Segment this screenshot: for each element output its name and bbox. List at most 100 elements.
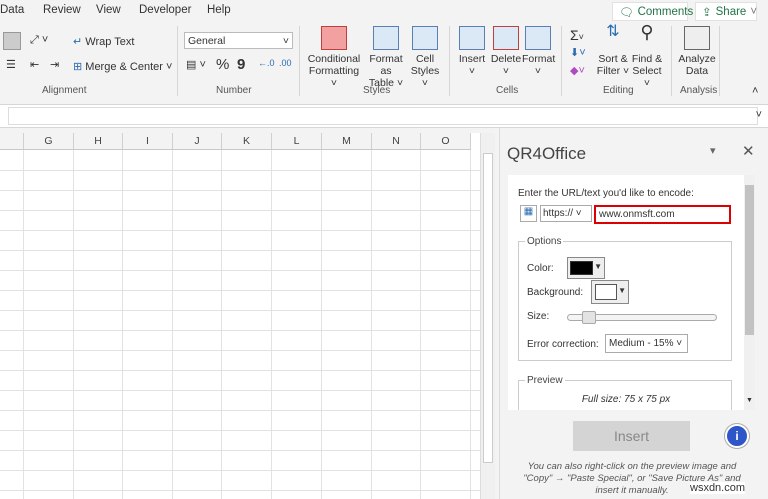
tab-developer[interactable]: Developer <box>139 4 191 16</box>
alignment-group-label: Alignment <box>42 85 87 96</box>
background-label: Background: <box>527 287 584 298</box>
qr-type-icon[interactable]: ▦ <box>520 205 537 222</box>
tab-view[interactable]: View <box>96 4 121 16</box>
delete-cells-icon <box>493 26 519 50</box>
share-label: Share <box>715 5 747 18</box>
column-header[interactable]: K <box>222 133 272 150</box>
info-icon[interactable]: i <box>725 424 749 448</box>
size-slider-thumb[interactable] <box>581 311 596 324</box>
pane-scrollbar[interactable]: ▼ <box>744 175 755 410</box>
analyze-data-button[interactable]: Analyze Data <box>677 26 717 77</box>
chevron-down-icon[interactable]: ˅ <box>756 109 762 121</box>
label: Styles ˅ <box>410 65 440 89</box>
pane-options-icon[interactable]: ▾ <box>710 144 716 157</box>
merge-icon: ⊞ <box>73 61 83 73</box>
decrease-indent-button[interactable]: ⇤ <box>30 58 39 71</box>
cell-styles-icon <box>412 26 438 50</box>
color-label: Color: <box>527 263 554 274</box>
autosum-button[interactable]: Σ˅ <box>570 27 584 43</box>
percent-button[interactable]: % <box>216 56 229 73</box>
background-picker[interactable]: ▼ <box>591 280 629 304</box>
label: Find & <box>631 53 663 65</box>
label: Filter ˅ <box>596 65 630 77</box>
full-size-text: Full size: 75 x 75 px <box>581 394 671 405</box>
comma-button[interactable]: 9 <box>237 56 245 73</box>
column-header[interactable]: L <box>272 133 322 150</box>
number-format-value: General <box>188 35 226 47</box>
url-input[interactable]: www.onmsft.com <box>594 205 731 224</box>
format-cells-icon <box>525 26 551 50</box>
align-center-button[interactable] <box>3 32 21 50</box>
wrap-text-button[interactable]: ↵ Wrap Text <box>73 35 134 48</box>
conditional-formatting-icon <box>321 26 347 50</box>
label: Cell <box>415 53 435 65</box>
column-header[interactable]: N <box>372 133 421 150</box>
clear-button[interactable]: ◆˅ <box>570 64 585 77</box>
styles-group-label: Styles <box>363 85 391 96</box>
wrap-icon: ↵ <box>73 36 83 48</box>
column-header[interactable]: M <box>322 133 372 150</box>
sort-filter-icon: ⇅ <box>606 23 620 40</box>
number-format-select[interactable]: General ˅ <box>184 32 293 49</box>
find-select-button[interactable]: ⚲ Find & Select ˅ <box>630 23 664 89</box>
label: Select ˅ <box>632 65 662 89</box>
share-button[interactable]: ⇪ Share ˅ <box>695 2 757 21</box>
scrollbar-thumb[interactable] <box>483 153 493 463</box>
label: Conditional <box>307 53 361 65</box>
column-header-F[interactable] <box>0 133 24 150</box>
delete-cells-button[interactable]: Delete ˅ <box>490 26 522 77</box>
chevron-down-icon: ˅ <box>282 35 289 47</box>
analysis-group-label: Analysis <box>680 85 718 96</box>
editing-group-label: Editing <box>603 85 634 96</box>
conditional-formatting-button[interactable]: Conditional Formatting ˅ <box>305 26 363 89</box>
column-header[interactable]: H <box>74 133 123 150</box>
wrap-text-label: Wrap Text <box>85 36 135 48</box>
color-picker[interactable]: ▼ <box>567 257 605 279</box>
protocol-value: https:// <box>543 208 574 219</box>
qr4office-pane: QR4Office ▾ ✕ Enter the URL/text you'd l… <box>499 128 768 499</box>
share-icon: ⇪ <box>702 6 712 19</box>
comments-button[interactable]: 🗨 Comments <box>612 2 693 21</box>
align-right-button[interactable]: ☰ <box>6 58 16 71</box>
table-icon <box>373 26 399 50</box>
pane-title: QR4Office <box>507 144 587 163</box>
size-slider[interactable] <box>567 311 717 324</box>
label: Insert <box>458 53 486 65</box>
url-value: www.onmsft.com <box>599 209 675 220</box>
decrease-decimal-button[interactable]: .00 <box>279 58 292 68</box>
tab-data[interactable]: Data <box>0 4 24 16</box>
column-header[interactable]: O <box>421 133 471 150</box>
merge-center-button[interactable]: ⊞ Merge & Center ˅ <box>73 60 172 73</box>
close-icon[interactable]: ✕ <box>742 142 755 160</box>
protocol-select[interactable]: https:// ˅ <box>540 205 592 222</box>
comments-label: Comments <box>637 5 694 18</box>
url-prompt: Enter the URL/text you'd like to encode: <box>518 188 694 199</box>
analyze-data-icon <box>684 26 710 50</box>
format-cells-button[interactable]: Format ˅ <box>522 26 555 77</box>
insert-button[interactable]: Insert <box>573 421 690 451</box>
formula-input[interactable] <box>8 107 758 125</box>
column-header[interactable]: G <box>24 133 74 150</box>
fill-button[interactable]: ⬇˅ <box>570 46 586 59</box>
tab-help[interactable]: Help <box>207 4 231 16</box>
column-header[interactable]: I <box>123 133 173 150</box>
increase-indent-button[interactable]: ⇥ <box>50 58 59 71</box>
watermark: wsxdn.com <box>690 482 746 494</box>
vertical-scrollbar[interactable] <box>480 133 495 499</box>
insert-cells-button[interactable]: Insert ˅ <box>456 26 488 77</box>
increase-decimal-button[interactable]: ←.0 <box>258 58 275 68</box>
orientation-button[interactable]: ⤢ ˅ <box>30 34 48 47</box>
chevron-down-icon: ˅ <box>750 5 758 18</box>
accounting-format-button[interactable]: ▤ ˅ <box>186 58 206 71</box>
tab-review[interactable]: Review <box>43 4 81 16</box>
cells-group-label: Cells <box>496 85 519 96</box>
formula-bar[interactable]: ˅ <box>0 104 768 128</box>
error-correction-value: Medium - 15% <box>609 338 674 349</box>
collapse-ribbon-button[interactable]: ˄ <box>752 85 758 97</box>
error-correction-select[interactable]: Medium - 15% ˅ <box>605 334 688 353</box>
sort-filter-button[interactable]: ⇅ Sort & Filter ˅ <box>596 23 630 78</box>
cell-styles-button[interactable]: Cell Styles ˅ <box>409 26 441 89</box>
format-as-table-button[interactable]: Format as Table ˅ <box>363 26 409 89</box>
column-header[interactable]: J <box>173 133 222 150</box>
spreadsheet-grid[interactable]: GHIJKLMNO <box>0 133 480 499</box>
